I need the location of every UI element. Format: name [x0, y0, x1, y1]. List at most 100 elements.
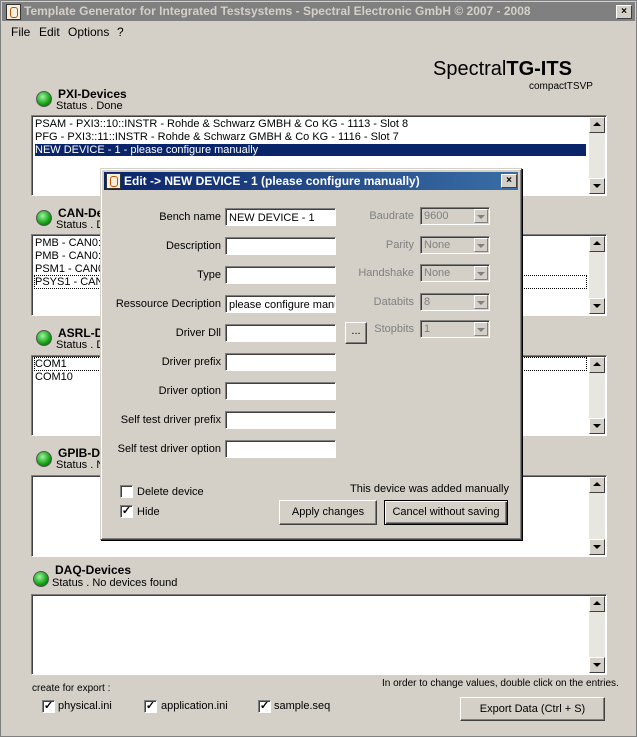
chevron-down-icon[interactable]	[474, 322, 488, 336]
cancel-without-saving-button[interactable]: Cancel without saving	[384, 500, 508, 525]
bench-name-label: Bench name	[159, 211, 221, 223]
sample-seq-label[interactable]: sample.seq	[274, 700, 330, 712]
list-item[interactable]: PSM1 - CAN0:	[35, 263, 107, 275]
can-status: Status . D	[56, 219, 105, 231]
list-item[interactable]: PMB - CAN0::	[35, 237, 104, 249]
dialog-title-bar[interactable]: Edit -> NEW DEVICE - 1 (please configure…	[104, 172, 518, 190]
chevron-down-icon[interactable]	[474, 266, 488, 280]
daq-scrollbar[interactable]	[589, 596, 605, 673]
pxi-scrollbar[interactable]	[589, 117, 605, 194]
asrl-title: ASRL-D	[58, 326, 104, 340]
driver-prefix-field[interactable]	[225, 353, 336, 371]
brand-name-b: TG-ITS	[506, 58, 572, 80]
scroll-down-icon[interactable]	[589, 298, 605, 314]
app-icon	[6, 4, 21, 20]
list-item[interactable]: PMB - CAN0::	[35, 250, 104, 262]
edit-device-dialog: Edit -> NEW DEVICE - 1 (please configure…	[100, 168, 522, 540]
sample-seq-checkbox[interactable]: ✓	[258, 700, 271, 713]
can-title: CAN-De	[58, 206, 104, 220]
stopbits-value: 1	[424, 323, 431, 335]
list-item-selected[interactable]: NEW DEVICE - 1 - please configure manual…	[35, 144, 586, 156]
scroll-down-icon[interactable]	[589, 178, 605, 194]
daq-title: DAQ-Devices	[55, 563, 132, 577]
self-test-option-field[interactable]	[225, 440, 336, 458]
description-field[interactable]	[225, 237, 336, 255]
menu-edit[interactable]: Edit	[39, 25, 60, 39]
self-test-prefix-label: Self test driver prefix	[120, 414, 221, 426]
brand-sub: compactTSVP	[529, 81, 593, 92]
type-field[interactable]	[225, 266, 336, 284]
menu-options[interactable]: Options	[68, 25, 109, 39]
bench-name-field[interactable]: NEW DEVICE - 1	[225, 208, 336, 226]
manual-note: This device was added manually	[350, 483, 509, 495]
dialog-app-icon	[106, 173, 121, 189]
self-test-prefix-field[interactable]	[225, 411, 336, 429]
driver-option-field[interactable]	[225, 382, 336, 400]
menu-bar: File Edit Options ?	[2, 22, 635, 42]
gpib-status-led-icon	[36, 451, 52, 467]
type-label: Type	[197, 269, 221, 281]
driver-option-label: Driver option	[158, 385, 221, 397]
parity-select[interactable]: None	[420, 236, 490, 254]
databits-label: Databits	[373, 296, 414, 308]
title-bar[interactable]: Template Generator for Integrated Testsy…	[2, 2, 635, 21]
asrl-status: Status . D	[56, 339, 105, 351]
window-title: Template Generator for Integrated Testsy…	[24, 4, 531, 18]
chevron-down-icon[interactable]	[474, 209, 488, 223]
brand-name-a: Spectral	[433, 58, 507, 80]
export-label: create for export :	[32, 683, 111, 694]
resource-description-field[interactable]: please configure manu	[225, 295, 336, 313]
scroll-down-icon[interactable]	[589, 539, 605, 555]
dialog-close-icon[interactable]: ×	[501, 174, 517, 188]
daq-device-list[interactable]	[31, 594, 607, 675]
scroll-down-icon[interactable]	[589, 657, 605, 673]
baudrate-value: 9600	[424, 210, 449, 222]
scroll-up-icon[interactable]	[589, 596, 605, 612]
stopbits-label: Stopbits	[374, 323, 414, 335]
asrl-scrollbar[interactable]	[589, 357, 605, 434]
hide-label[interactable]: Hide	[137, 506, 160, 518]
close-icon[interactable]: ×	[616, 5, 632, 19]
list-item[interactable]: PSAM - PXI3::10::INSTR - Rohde & Schwarz…	[35, 118, 408, 130]
gpib-scrollbar[interactable]	[589, 477, 605, 555]
list-item[interactable]: PFG - PXI3::11::INSTR - Rohde & Schwarz …	[35, 131, 399, 143]
daq-status: Status . No devices found	[52, 577, 178, 589]
menu-help[interactable]: ?	[117, 25, 124, 39]
scroll-down-icon[interactable]	[589, 418, 605, 434]
browse-button[interactable]: ...	[345, 322, 367, 344]
handshake-select[interactable]: None	[420, 264, 490, 282]
databits-value: 8	[424, 296, 431, 308]
driver-prefix-label: Driver prefix	[161, 356, 221, 368]
parity-label: Parity	[385, 239, 414, 251]
physical-ini-checkbox[interactable]: ✓	[42, 700, 55, 713]
databits-select[interactable]: 8	[420, 293, 490, 311]
apply-changes-button[interactable]: Apply changes	[279, 500, 377, 525]
delete-device-checkbox[interactable]	[120, 485, 133, 498]
scroll-up-icon[interactable]	[589, 117, 605, 133]
physical-ini-label[interactable]: physical.ini	[58, 700, 112, 712]
hide-checkbox[interactable]: ✓	[120, 505, 133, 518]
chevron-down-icon[interactable]	[474, 238, 488, 252]
scroll-up-icon[interactable]	[589, 477, 605, 493]
pxi-status: Status . Done	[56, 100, 123, 112]
menu-file[interactable]: File	[11, 25, 30, 39]
self-test-option-label: Self test driver option	[117, 443, 221, 455]
resource-description-label: Ressource Decription	[115, 298, 221, 310]
description-label: Description	[165, 240, 221, 252]
driver-dll-field[interactable]	[225, 324, 336, 342]
stopbits-select[interactable]: 1	[420, 320, 490, 338]
scroll-up-icon[interactable]	[589, 357, 605, 373]
scroll-up-icon[interactable]	[589, 236, 605, 252]
hint-text: In order to change values, double click …	[382, 678, 619, 689]
delete-device-label[interactable]: Delete device	[137, 486, 204, 498]
application-ini-checkbox[interactable]: ✓	[144, 700, 157, 713]
can-scrollbar[interactable]	[589, 236, 605, 314]
baudrate-select[interactable]: 9600	[420, 207, 490, 225]
asrl-status-led-icon	[36, 330, 52, 346]
application-ini-label[interactable]: application.ini	[161, 700, 228, 712]
list-item[interactable]: COM10	[35, 371, 73, 383]
chevron-down-icon[interactable]	[474, 295, 488, 309]
export-data-button[interactable]: Export Data (Ctrl + S)	[460, 697, 605, 721]
driver-dll-label: Driver Dll	[175, 327, 221, 339]
can-status-led-icon	[36, 210, 52, 226]
